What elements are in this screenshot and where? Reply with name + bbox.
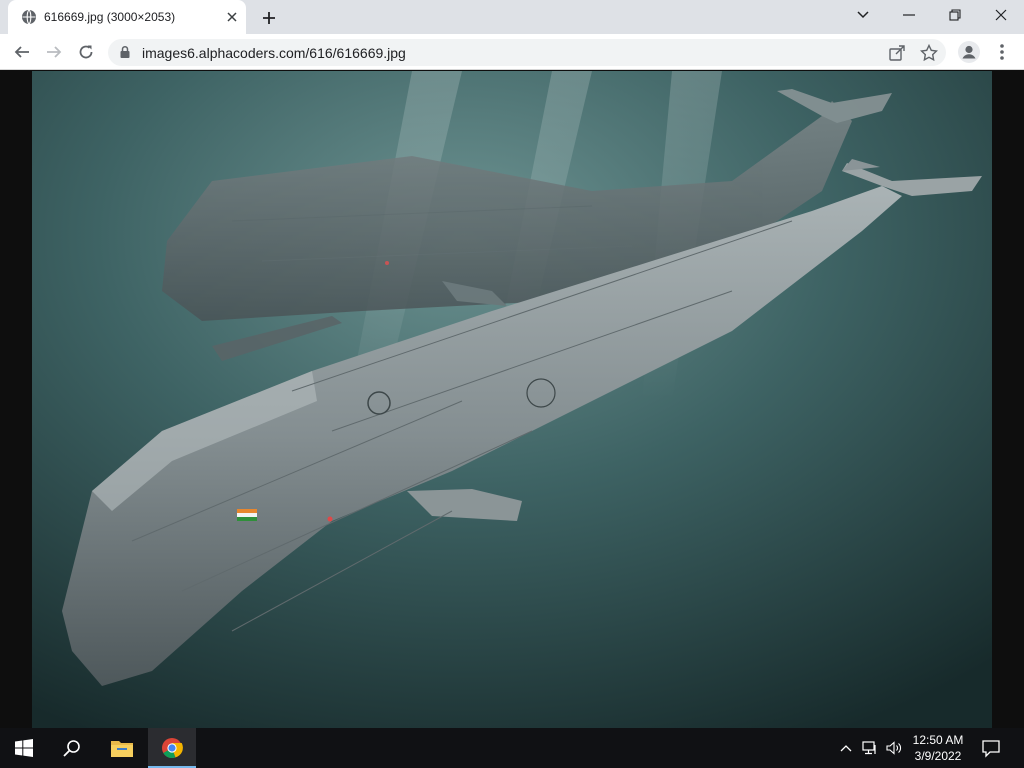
chrome-taskbar-button[interactable] [148,728,196,768]
minimize-icon [903,14,915,16]
back-button[interactable] [10,40,34,64]
new-tab-button[interactable] [258,7,280,29]
tab-title: 616669.jpg (3000×2053) [44,10,176,24]
show-hidden-icons-button[interactable] [836,738,856,758]
file-explorer-icon [111,741,133,757]
share-icon[interactable] [888,44,906,62]
reload-icon [79,45,93,59]
restore-icon [949,9,961,21]
lock-icon[interactable] [118,45,132,59]
network-icon [862,741,876,755]
url-text[interactable]: images6.alphacoders.com/616/616669.jpg [142,45,406,61]
close-window-button[interactable] [981,4,1021,26]
browser-tab[interactable]: 616669.jpg (3000×2053) [8,0,246,34]
network-button[interactable] [860,738,880,758]
tab-search-button[interactable] [843,4,883,26]
browser-toolbar: images6.alphacoders.com/616/616669.jpg [0,34,1024,70]
restore-button[interactable] [935,4,975,26]
system-clock[interactable]: 12:50 AM 3/9/2022 [905,732,971,764]
speaker-icon [886,741,901,755]
clock-date: 3/9/2022 [914,749,962,763]
search-icon [63,740,80,757]
chevron-down-icon [857,11,869,19]
windows-taskbar: 12:50 AM 3/9/2022 [0,728,1024,768]
start-button[interactable] [0,728,48,768]
plus-icon [263,12,275,24]
clock-time: 12:50 AM [912,733,964,747]
reload-button[interactable] [74,40,98,64]
profile-icon[interactable] [958,41,980,63]
globe-icon [22,9,36,25]
back-arrow-icon [14,46,29,58]
minimize-button[interactable] [889,4,929,26]
kebab-menu-icon[interactable] [994,41,1010,63]
artwork-canvas [32,71,992,728]
forward-arrow-icon [47,46,62,58]
close-icon[interactable] [224,9,240,25]
star-icon[interactable] [920,44,938,62]
search-button[interactable] [48,728,96,768]
image-viewer [0,71,1024,728]
address-bar[interactable]: images6.alphacoders.com/616/616669.jpg [108,39,946,66]
chevron-up-icon [840,745,852,752]
forward-button[interactable] [42,40,66,64]
volume-button[interactable] [884,738,904,758]
whale-submarine-artwork [32,71,992,728]
file-explorer-button[interactable] [98,728,146,768]
close-icon [995,9,1007,21]
start-icon [15,739,33,757]
chrome-icon [162,738,183,759]
notification-icon[interactable] [980,737,1002,759]
tab-strip: 616669.jpg (3000×2053) [0,0,1024,34]
